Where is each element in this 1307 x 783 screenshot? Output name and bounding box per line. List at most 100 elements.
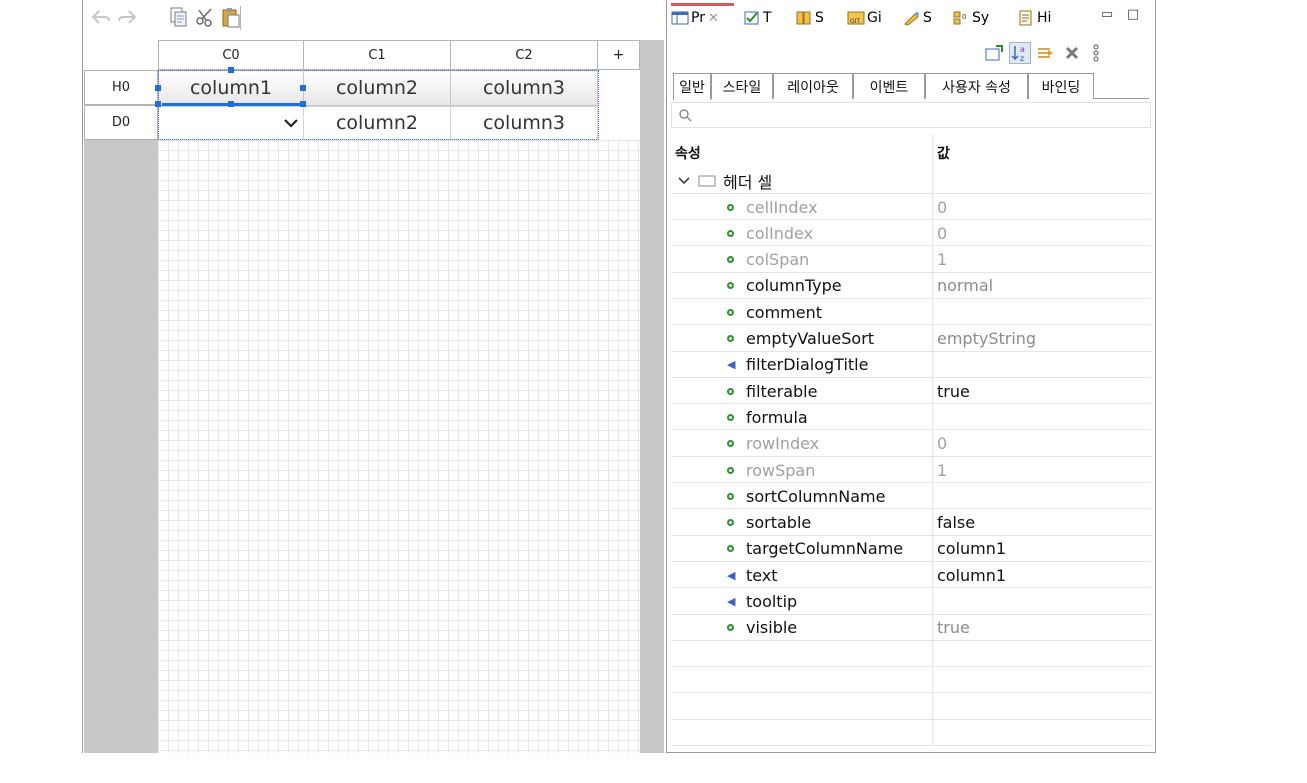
property-name-cell: cellIndex xyxy=(671,194,932,220)
add-column-button[interactable]: + xyxy=(597,40,640,70)
more-options-icon[interactable] xyxy=(1085,42,1107,64)
property-row[interactable]: visible true xyxy=(671,615,1151,641)
property-name-cell: ◀ text xyxy=(671,562,932,588)
property-row[interactable]: comment xyxy=(671,299,1151,326)
show-advanced-icon[interactable] xyxy=(1035,42,1057,64)
tab-general[interactable]: 일반 xyxy=(673,73,711,100)
localized-text-icon: ◀ xyxy=(727,595,736,608)
property-row[interactable]: cellIndex 0 xyxy=(671,194,1151,220)
property-value[interactable]: column1 xyxy=(933,562,1151,588)
property-value[interactable] xyxy=(933,352,1151,378)
resize-handle[interactable] xyxy=(300,101,306,107)
row-header-d0[interactable]: D0 xyxy=(84,105,158,140)
property-value[interactable]: 1 xyxy=(933,247,1151,273)
tab-task[interactable]: T xyxy=(743,6,772,30)
search-icon xyxy=(679,109,692,122)
empty-row xyxy=(671,641,1151,668)
resize-handle[interactable] xyxy=(155,101,161,107)
close-icon[interactable]: ✕ xyxy=(708,11,719,26)
property-name-cell: formula xyxy=(671,404,932,430)
property-row[interactable]: emptyValueSort emptyString xyxy=(671,326,1151,352)
property-row[interactable]: ◀ filterDialogTitle xyxy=(671,352,1151,378)
column-header-c1[interactable]: C1 xyxy=(303,40,451,70)
tab-history[interactable]: Hi xyxy=(1017,6,1051,30)
sync-icon: 0 xyxy=(953,11,966,25)
resize-handle[interactable] xyxy=(228,101,234,107)
column-header-c2[interactable]: C2 xyxy=(450,40,598,70)
resize-handle[interactable] xyxy=(300,85,306,91)
property-name-cell: colSpan xyxy=(671,247,932,273)
tab-properties[interactable]: Pr ✕ xyxy=(671,6,719,30)
task-icon xyxy=(744,11,759,25)
property-name-cell: ◀ filterDialogTitle xyxy=(671,352,932,378)
property-category-tabs: 일반 스타일 레이아웃 이벤트 사용자 속성 바인딩 xyxy=(673,73,1149,100)
property-row[interactable]: ◀ tooltip xyxy=(671,589,1151,615)
maximize-icon[interactable]: □ xyxy=(1125,8,1141,24)
property-value[interactable]: 0 xyxy=(933,431,1151,457)
property-value[interactable]: 0 xyxy=(933,194,1151,220)
designer-right-gutter xyxy=(640,40,664,753)
property-name: rowIndex xyxy=(746,434,820,454)
property-row[interactable]: sortColumnName xyxy=(671,483,1151,510)
restore-default-icon[interactable] xyxy=(1061,42,1083,64)
minimize-icon[interactable]: ▭ xyxy=(1099,8,1115,24)
cut-icon[interactable] xyxy=(194,6,216,28)
tab-sync[interactable]: 0 Sy xyxy=(952,6,989,30)
chevron-down-icon[interactable] xyxy=(677,175,691,187)
group-label: 헤더 셀 xyxy=(723,173,773,192)
property-value[interactable] xyxy=(933,589,1151,615)
property-value[interactable] xyxy=(933,299,1151,325)
value-column-header: 값 xyxy=(937,146,950,162)
property-value[interactable]: column1 xyxy=(933,536,1151,562)
group-row[interactable]: 헤더 셀 xyxy=(671,168,1151,194)
property-dot-icon xyxy=(727,440,734,448)
tab-git[interactable]: GIT Gi xyxy=(847,6,882,30)
property-value[interactable]: normal xyxy=(933,273,1151,299)
properties-panel: Pr ✕ T S GIT Gi S 0 Sy Hi ▭ □ a z 일반 스타일… xyxy=(666,0,1156,753)
property-value[interactable]: 0 xyxy=(933,220,1151,246)
tab-style[interactable]: 스타일 xyxy=(711,73,773,99)
property-value[interactable] xyxy=(933,483,1151,509)
row-header-gutter xyxy=(84,140,158,753)
redo-icon[interactable] xyxy=(116,6,138,28)
property-value[interactable]: true xyxy=(933,378,1151,404)
column-header-c0[interactable]: C0 xyxy=(158,40,304,70)
tab-servers[interactable]: S xyxy=(795,6,824,30)
undo-icon[interactable] xyxy=(90,6,112,28)
tab-user-properties[interactable]: 사용자 속성 xyxy=(925,73,1028,99)
designer-border xyxy=(82,0,83,753)
localized-text-icon: ◀ xyxy=(727,358,736,372)
tab-binding[interactable]: 바인딩 xyxy=(1028,73,1094,99)
property-row[interactable]: sortable false xyxy=(671,510,1151,536)
tab-label: Gi xyxy=(867,10,882,26)
property-row[interactable]: ◀ text column1 xyxy=(671,562,1151,589)
servers-icon xyxy=(796,11,811,25)
property-row[interactable]: colIndex 0 xyxy=(671,220,1151,247)
property-value[interactable]: 1 xyxy=(933,457,1151,483)
resize-handle[interactable] xyxy=(155,85,161,91)
property-value[interactable]: emptyString xyxy=(933,326,1151,352)
table-icon xyxy=(698,175,716,187)
property-row[interactable]: formula xyxy=(671,404,1151,431)
paste-icon[interactable] xyxy=(220,6,242,28)
property-row[interactable]: filterable true xyxy=(671,378,1151,405)
property-filter-input[interactable] xyxy=(671,102,1151,128)
row-header-h0[interactable]: H0 xyxy=(84,70,158,105)
tab-events[interactable]: 이벤트 xyxy=(853,73,925,99)
sort-alphabetical-icon[interactable]: az xyxy=(1009,42,1031,64)
tab-layout[interactable]: 레이아웃 xyxy=(773,73,853,99)
property-value[interactable]: false xyxy=(933,510,1151,536)
property-value[interactable] xyxy=(933,404,1151,430)
new-property-icon[interactable] xyxy=(983,42,1005,64)
design-grid[interactable] xyxy=(158,140,640,753)
resize-handle[interactable] xyxy=(228,67,234,73)
property-row[interactable]: targetColumnName column1 xyxy=(671,536,1151,562)
property-name-cell: filterable xyxy=(671,378,932,404)
property-row[interactable]: columnType normal xyxy=(671,273,1151,299)
property-row[interactable]: colSpan 1 xyxy=(671,247,1151,273)
property-row[interactable]: rowIndex 0 xyxy=(671,431,1151,457)
copy-icon[interactable] xyxy=(168,6,190,28)
property-value[interactable]: true xyxy=(933,615,1151,641)
property-row[interactable]: rowSpan 1 xyxy=(671,457,1151,483)
tab-snippets[interactable]: S xyxy=(903,6,932,30)
